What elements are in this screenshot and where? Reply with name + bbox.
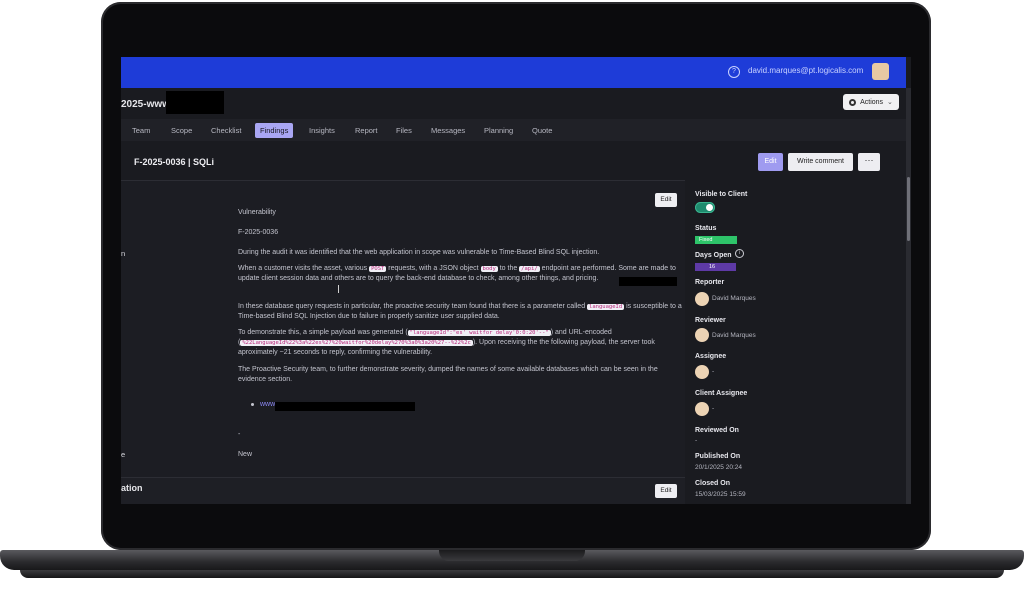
- finding-type: Vulnerability: [238, 209, 276, 216]
- reporter-label: Reporter: [695, 279, 725, 286]
- closed-on-value: 15/03/2025 15:59: [695, 491, 746, 498]
- laptop-foot: [20, 570, 1004, 578]
- section-divider: [121, 477, 685, 504]
- section-title: ation: [121, 483, 143, 493]
- project-title: 2025-www: [121, 99, 170, 110]
- description-p1: During the audit it was identified that …: [238, 249, 600, 256]
- code-encoded: %22LanguageId%22%3a%22es%27%20waitfor%20…: [240, 340, 473, 346]
- tab-files[interactable]: Files: [391, 123, 417, 138]
- finding-state: New: [238, 451, 253, 458]
- app-screen: ? david.marques@pt.logicalis.com 2025-ww…: [121, 57, 911, 504]
- user-avatar[interactable]: [872, 63, 889, 80]
- more-options-button[interactable]: ···: [858, 153, 880, 171]
- status-badge[interactable]: Fixed: [695, 236, 737, 244]
- client-assignee-avatar[interactable]: [695, 402, 709, 416]
- description-p2: When a customer visits the asset, variou…: [238, 265, 676, 282]
- chevron-down-icon: ⌄: [887, 99, 893, 106]
- closed-on-label: Closed On: [695, 480, 731, 487]
- laptop-notch: [439, 550, 585, 561]
- assignee-label: Assignee: [695, 353, 727, 360]
- reviewed-on-label: Reviewed On: [695, 427, 739, 434]
- description-p4: To demonstrate this, a simple payload wa…: [238, 329, 655, 356]
- days-open-label: Days Open: [695, 252, 732, 259]
- edit-section-button[interactable]: Edit: [655, 484, 677, 498]
- description-p5: The Proactive Security team, to further …: [238, 366, 658, 383]
- tab-checklist[interactable]: Checklist: [206, 123, 246, 138]
- assignee-value: -: [712, 368, 715, 375]
- tab-findings[interactable]: Findings: [255, 123, 294, 138]
- toggle-knob: [706, 204, 713, 211]
- redaction-bar: [619, 277, 677, 286]
- field-label-stub: e: [121, 450, 126, 459]
- tab-bar: Team Scope Checklist Findings Insights R…: [121, 119, 906, 141]
- tab-scope[interactable]: Scope: [166, 123, 197, 138]
- client-assignee-label: Client Assignee: [695, 390, 748, 397]
- scrollbar-thumb[interactable]: [907, 177, 910, 241]
- days-open-badge: 16: [695, 263, 736, 271]
- status-label: Status: [695, 225, 717, 232]
- info-icon[interactable]: i: [735, 249, 744, 258]
- assignee-avatar[interactable]: [695, 365, 709, 379]
- edit-details-button[interactable]: Edit: [655, 193, 677, 207]
- write-comment-button[interactable]: Write comment: [788, 153, 853, 171]
- finding-details-panel: Edit n e Vulnerability F-2025-0036 Durin…: [121, 180, 685, 478]
- text-cursor: [338, 285, 339, 293]
- user-email[interactable]: david.marques@pt.logicalis.com: [748, 66, 863, 75]
- reviewer-avatar: [695, 328, 709, 342]
- bullet-dot: [251, 402, 254, 406]
- field-label-stub: n: [121, 249, 126, 258]
- top-bar: ? david.marques@pt.logicalis.com: [121, 57, 906, 88]
- tab-report[interactable]: Report: [350, 123, 383, 138]
- finding-id: F-2025-0036: [238, 229, 279, 236]
- code-param: languageId: [587, 304, 625, 310]
- reviewer-name: David Marques: [712, 332, 756, 339]
- redaction-bar: [166, 91, 224, 114]
- tab-planning[interactable]: Planning: [479, 123, 518, 138]
- gear-icon: [849, 98, 857, 106]
- tab-insights[interactable]: Insights: [304, 123, 340, 138]
- edit-button[interactable]: Edit: [758, 153, 783, 171]
- reviewer-label: Reviewer: [695, 317, 726, 324]
- actions-label: Actions: [860, 98, 884, 106]
- help-icon[interactable]: ?: [728, 66, 740, 78]
- reporter-avatar: [695, 292, 709, 306]
- redaction-bar: [275, 402, 415, 411]
- published-on-label: Published On: [695, 453, 741, 460]
- tab-quote[interactable]: Quote: [527, 123, 557, 138]
- client-assignee-value: -: [712, 405, 715, 412]
- code-body: body: [480, 266, 498, 272]
- tab-messages[interactable]: Messages: [426, 123, 470, 138]
- visible-to-client-toggle[interactable]: [695, 202, 715, 213]
- reviewed-on-value: -: [695, 437, 698, 444]
- empty-field-dash: -: [238, 431, 241, 438]
- reporter-name: David Marques: [712, 295, 756, 302]
- actions-button[interactable]: Actions ⌄: [843, 94, 899, 110]
- published-on-value: 20/1/2025 20:24: [695, 464, 742, 471]
- code-path: /api/: [519, 266, 540, 272]
- code-payload: "languageId":"es' waitfor delay'0:0:20'-…: [407, 330, 551, 336]
- tab-team[interactable]: Team: [127, 123, 155, 138]
- scrollbar-track[interactable]: [906, 88, 911, 504]
- visible-to-client-label: Visible to Client: [695, 191, 748, 198]
- description-p3: In these database query requests in part…: [238, 303, 682, 320]
- finding-title: F-2025-0036 | SQLi: [134, 157, 215, 167]
- code-post: POST: [369, 266, 387, 272]
